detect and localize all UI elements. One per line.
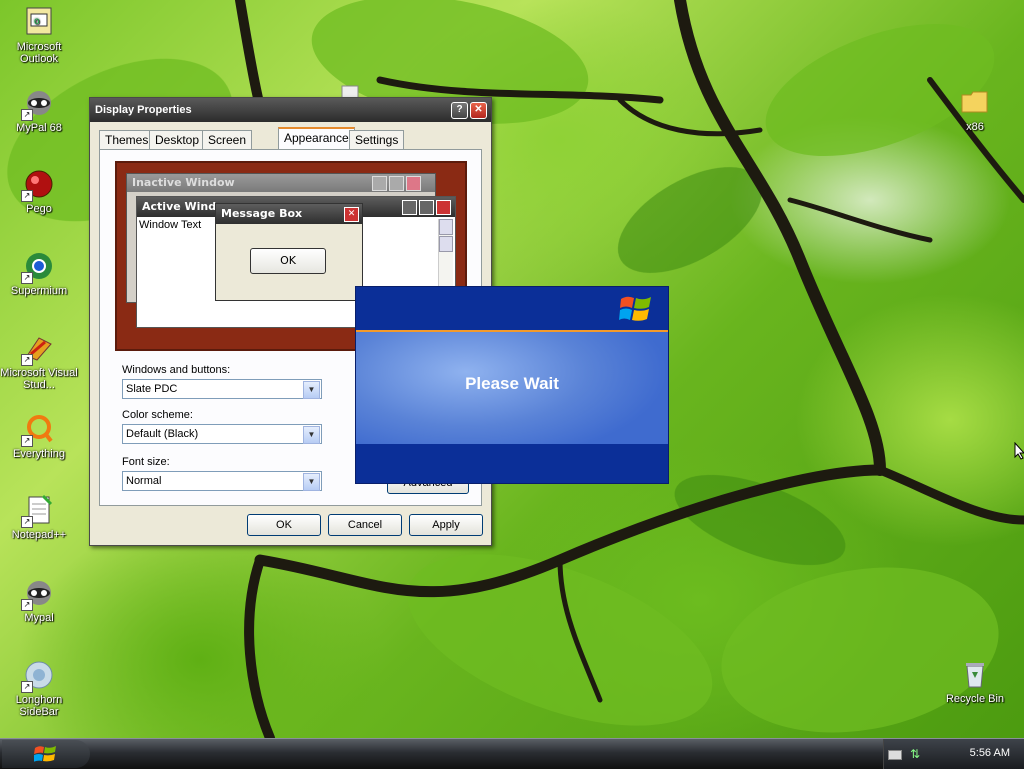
please-wait-message: Please Wait (465, 374, 559, 393)
desktop-icon-pego[interactable]: ↗ Pego (0, 168, 78, 215)
desktop-icon-label: Everything (13, 448, 65, 460)
shortcut-arrow-icon: ↗ (21, 435, 33, 447)
please-wait-dialog: Please Wait (355, 286, 669, 484)
clock[interactable]: 5:56 AM (970, 747, 1010, 759)
tab-appearance[interactable]: Appearance (278, 127, 355, 151)
shortcut-arrow-icon: ↗ (21, 354, 33, 366)
desktop-icon-label: Microsoft Outlook (16, 41, 62, 65)
close-icon (406, 176, 421, 191)
raccoon-icon: ↗ (21, 577, 55, 611)
notepadpp-icon: ↗ (21, 494, 55, 528)
shortcut-arrow-icon: ↗ (21, 516, 33, 528)
supermium-icon: ↗ (21, 250, 55, 284)
maximize-icon (389, 176, 404, 191)
desktop-icon-label: Longhorn SideBar (15, 694, 63, 718)
network-icon[interactable]: ⇅ (910, 747, 924, 761)
svg-text:o: o (34, 16, 40, 27)
chevron-down-icon[interactable]: ▼ (303, 426, 320, 444)
sidebar-icon: ↗ (21, 659, 55, 693)
taskbar: ⇅ 5:56 AM (0, 738, 1024, 769)
maximize-icon (419, 200, 434, 215)
desktop-icon-label: Supermium (10, 285, 68, 297)
chevron-down-icon[interactable]: ▼ (303, 473, 320, 491)
shortcut-arrow-icon: ↗ (21, 272, 33, 284)
preview-ok-button: OK (250, 248, 326, 274)
desktop-icon-longhorn-sidebar[interactable]: ↗ Longhorn SideBar (0, 659, 78, 718)
tab-settings[interactable]: Settings (349, 130, 405, 149)
desktop-icon-label: Pego (26, 203, 52, 215)
close-icon (436, 200, 451, 215)
shortcut-arrow-icon: ↗ (21, 681, 33, 693)
window-title: Display Properties (95, 104, 192, 116)
desktop-icon-label: MyPal 68 (16, 122, 62, 134)
apply-button[interactable]: Apply (409, 514, 483, 536)
color-scheme-label: Color scheme: (122, 409, 193, 421)
preview-message-box-title: Message Box (221, 207, 303, 220)
visual-studio-icon: ↗ (21, 332, 55, 366)
raccoon-icon: ↗ (21, 87, 55, 121)
minimize-icon (402, 200, 417, 215)
window-titlebar[interactable]: Display Properties ? ✕ (90, 98, 491, 122)
desktop-icon-everything[interactable]: ↗ Everything (0, 413, 78, 460)
help-button[interactable]: ? (451, 102, 468, 119)
shortcut-arrow-icon: ↗ (21, 599, 33, 611)
chevron-down-icon[interactable]: ▼ (303, 381, 320, 399)
windows-and-buttons-value: Slate PDC (126, 383, 178, 395)
recycle-bin-icon (959, 658, 991, 690)
close-icon: ✕ (344, 207, 359, 222)
everything-icon: ↗ (21, 413, 55, 447)
shortcut-arrow-icon: ↗ (21, 190, 33, 202)
hidden-icon (341, 85, 359, 98)
desktop-icon-label: Microsoft Visual Stud... (0, 367, 78, 391)
ok-button[interactable]: OK (247, 514, 321, 536)
desktop-icon-mypal-68[interactable]: ↗ MyPal 68 (0, 87, 78, 134)
preview-window-text: Window Text (139, 219, 202, 231)
preview-message-box: Message Box ✕ OK (215, 203, 363, 301)
desktop-icon-label: Mypal (24, 612, 54, 624)
system-tray: ⇅ 5:56 AM (883, 739, 1024, 769)
desktop-icon-outlook[interactable]: o Microsoft Outlook (0, 6, 78, 65)
font-size-label: Font size: (122, 456, 170, 468)
tab-desktop[interactable]: Desktop (149, 130, 206, 149)
cancel-button[interactable]: Cancel (328, 514, 402, 536)
tab-screen-saver[interactable]: Screen Saver (202, 130, 253, 165)
windows-and-buttons-label: Windows and buttons: (122, 364, 231, 376)
font-size-value: Normal (126, 475, 162, 487)
start-button[interactable] (2, 740, 90, 768)
keyboard-icon[interactable] (888, 750, 902, 760)
shortcut-arrow-icon: ↗ (21, 109, 33, 121)
desktop-icon-x86[interactable]: x86 (936, 86, 1014, 133)
folder-icon (959, 86, 991, 118)
font-size-select[interactable]: Normal ▼ (122, 471, 322, 491)
desktop-icon-visual-studio[interactable]: ↗ Microsoft Visual Stud... (0, 332, 78, 391)
desktop-icon-notepadpp[interactable]: ↗ Notepad++ (0, 494, 78, 541)
tab-themes[interactable]: Themes (99, 130, 155, 149)
desktop-icon-label: x86 (966, 121, 984, 133)
desktop-icon-label: Notepad++ (11, 529, 67, 541)
pego-icon: ↗ (21, 168, 55, 202)
color-scheme-value: Default (Black) (126, 428, 199, 440)
minimize-icon (372, 176, 387, 191)
desktop-icon-supermium[interactable]: ↗ Supermium (0, 250, 78, 297)
close-button[interactable]: ✕ (470, 102, 487, 119)
preview-inactive-title: Inactive Window (132, 176, 235, 189)
mouse-cursor-icon (1014, 442, 1024, 460)
desktop-icon-recycle-bin[interactable]: Recycle Bin (936, 658, 1014, 705)
windows-logo-icon (34, 746, 56, 762)
windows-and-buttons-select[interactable]: Slate PDC ▼ (122, 379, 322, 399)
desktop-icon-label: Recycle Bin (945, 693, 1005, 705)
desktop-icon-mypal[interactable]: ↗ Mypal (0, 577, 78, 624)
windows-logo-icon (619, 296, 651, 321)
outlook-icon: o (23, 6, 55, 38)
color-scheme-select[interactable]: Default (Black) ▼ (122, 424, 322, 444)
